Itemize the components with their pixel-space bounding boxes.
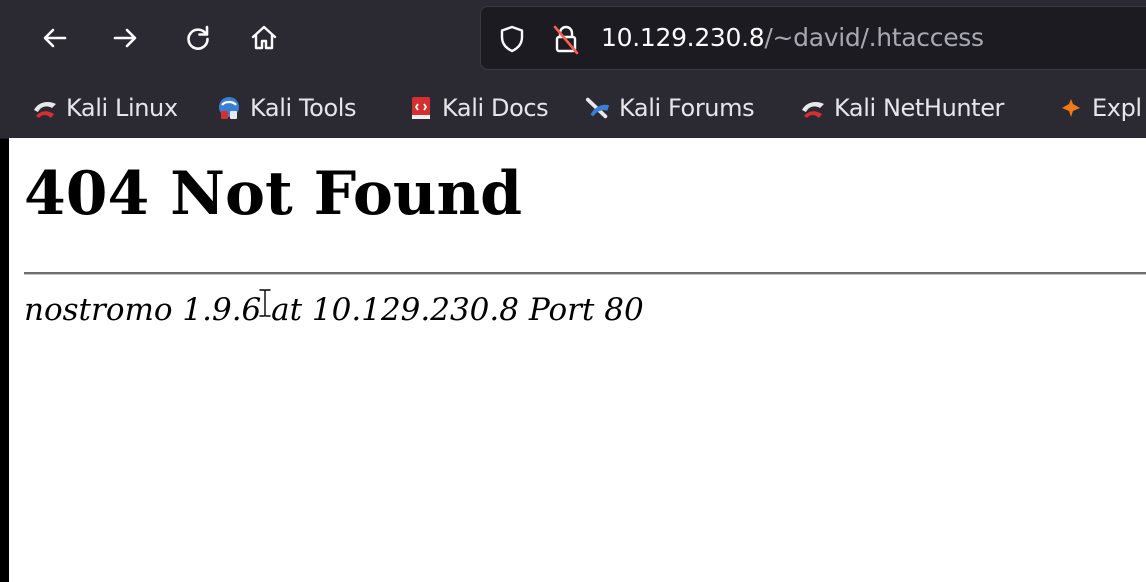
- back-button[interactable]: [35, 18, 75, 58]
- url-text[interactable]: 10.129.230.8/~david/.htaccess: [601, 21, 984, 55]
- page-title: 404 Not Found: [24, 159, 523, 229]
- url-host: 10.129.230.8: [601, 23, 765, 52]
- page-content: 404 Not Found nostromo 1.9.6 at 10.129.2…: [9, 138, 1146, 582]
- bookmark-kali-docs[interactable]: Kali Docs: [408, 91, 549, 125]
- server-signature: nostromo 1.9.6 at 10.129.230.8 Port 80: [24, 292, 644, 328]
- home-button[interactable]: [244, 18, 284, 58]
- forward-arrow-icon: [109, 22, 141, 54]
- kali-tools-icon: [216, 95, 242, 121]
- kali-docs-icon: [408, 95, 434, 121]
- bookmark-label: Kali Linux: [66, 94, 178, 122]
- bookmark-exploit-db[interactable]: Expl: [1058, 91, 1142, 125]
- kali-dragon-icon: [32, 95, 58, 121]
- bookmark-label: Kali Docs: [442, 94, 549, 122]
- divider: [24, 272, 1146, 275]
- bookmark-label: Expl: [1092, 94, 1142, 122]
- reload-icon: [182, 22, 214, 54]
- kali-dragon-icon: [800, 95, 826, 121]
- reload-button[interactable]: [178, 18, 218, 58]
- bookmark-kali-tools[interactable]: Kali Tools: [216, 91, 357, 125]
- kali-forums-icon: [585, 95, 611, 121]
- bookmarks-toolbar: Kali Linux Kali Tools Kali Docs Kali For…: [0, 78, 1146, 139]
- forward-button[interactable]: [105, 18, 145, 58]
- browser-window: 10.129.230.8/~david/.htaccess Kali Linux: [0, 0, 1146, 582]
- navigation-toolbar: 10.129.230.8/~david/.htaccess: [0, 0, 1146, 78]
- bookmark-kali-forums[interactable]: Kali Forums: [585, 91, 755, 125]
- url-path: /~david/.htaccess: [764, 23, 984, 52]
- bookmark-kali-linux[interactable]: Kali Linux: [32, 91, 178, 125]
- bookmark-label: Kali NetHunter: [834, 94, 1005, 122]
- shield-icon[interactable]: [497, 24, 527, 58]
- insecure-lock-icon[interactable]: [551, 23, 581, 59]
- exploit-db-icon: [1058, 95, 1084, 121]
- home-icon: [248, 22, 280, 54]
- address-bar[interactable]: 10.129.230.8/~david/.htaccess: [480, 6, 1146, 70]
- bookmark-label: Kali Tools: [250, 94, 357, 122]
- bookmark-label: Kali Forums: [619, 94, 755, 122]
- back-arrow-icon: [39, 22, 71, 54]
- bookmark-kali-nethunter[interactable]: Kali NetHunter: [800, 91, 1004, 125]
